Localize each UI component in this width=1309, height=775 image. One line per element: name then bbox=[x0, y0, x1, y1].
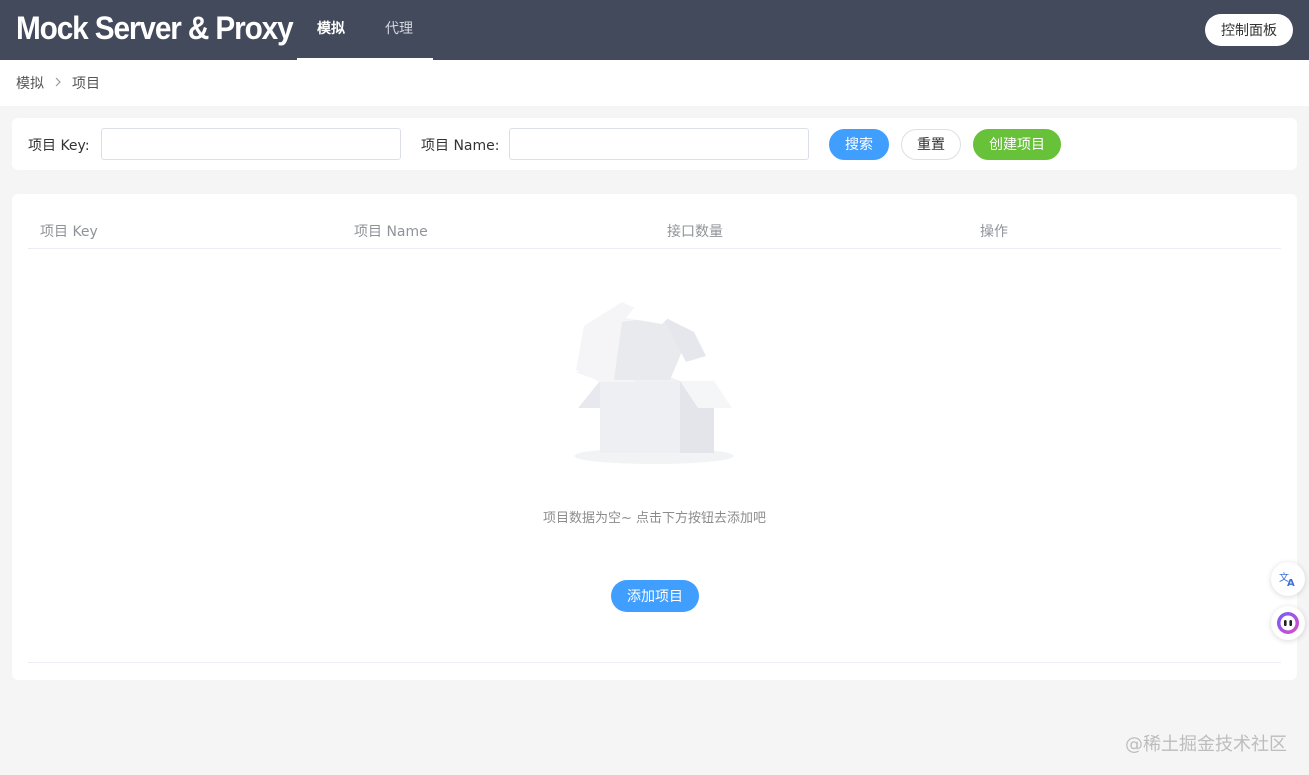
column-header-name: 项目 Name bbox=[354, 224, 428, 240]
create-project-button[interactable]: 创建项目 bbox=[973, 129, 1061, 160]
project-key-input[interactable] bbox=[101, 128, 401, 160]
breadcrumb-item-mock[interactable]: 模拟 bbox=[16, 73, 44, 93]
svg-text:A: A bbox=[1287, 578, 1295, 588]
empty-box-icon bbox=[574, 302, 736, 466]
search-button[interactable]: 搜索 bbox=[829, 129, 889, 160]
chevron-right-icon bbox=[54, 76, 62, 90]
table-header: 项目 Key 项目 Name 接口数量 操作 bbox=[28, 194, 1281, 249]
table-footer-divider bbox=[28, 662, 1281, 663]
add-project-button[interactable]: 添加项目 bbox=[611, 580, 699, 612]
breadcrumb: 模拟 项目 bbox=[0, 60, 1309, 106]
breadcrumb-item-project: 项目 bbox=[72, 76, 100, 92]
watermark: @稀土掘金技术社区 bbox=[1125, 734, 1287, 755]
console-button[interactable]: 控制面板 bbox=[1205, 14, 1293, 46]
project-table: 项目 Key 项目 Name 接口数量 操作 项目数据为空~ 点击下方按钮去添加… bbox=[12, 194, 1297, 680]
column-header-key: 项目 Key bbox=[40, 224, 98, 240]
column-header-api-count: 接口数量 bbox=[667, 224, 723, 240]
assistant-icon[interactable] bbox=[1271, 606, 1305, 640]
reset-button[interactable]: 重置 bbox=[901, 129, 961, 160]
column-header-actions: 操作 bbox=[980, 224, 1008, 240]
top-navbar: Mock Server & Proxy 模拟 代理 控制面板 bbox=[0, 0, 1309, 60]
project-name-input[interactable] bbox=[509, 128, 809, 160]
project-key-label: 项目 Key: bbox=[28, 138, 90, 154]
translate-icon[interactable]: 文 A bbox=[1271, 562, 1305, 596]
project-name-label: 项目 Name: bbox=[421, 138, 500, 154]
search-form: 项目 Key: 项目 Name: 搜索 重置 创建项目 bbox=[12, 118, 1297, 170]
empty-message: 项目数据为空~ 点击下方按钮去添加吧 bbox=[542, 511, 767, 526]
tab-proxy[interactable]: 代理 bbox=[365, 0, 433, 60]
app-title: Mock Server & Proxy bbox=[16, 10, 294, 46]
tab-mock[interactable]: 模拟 bbox=[297, 0, 365, 60]
